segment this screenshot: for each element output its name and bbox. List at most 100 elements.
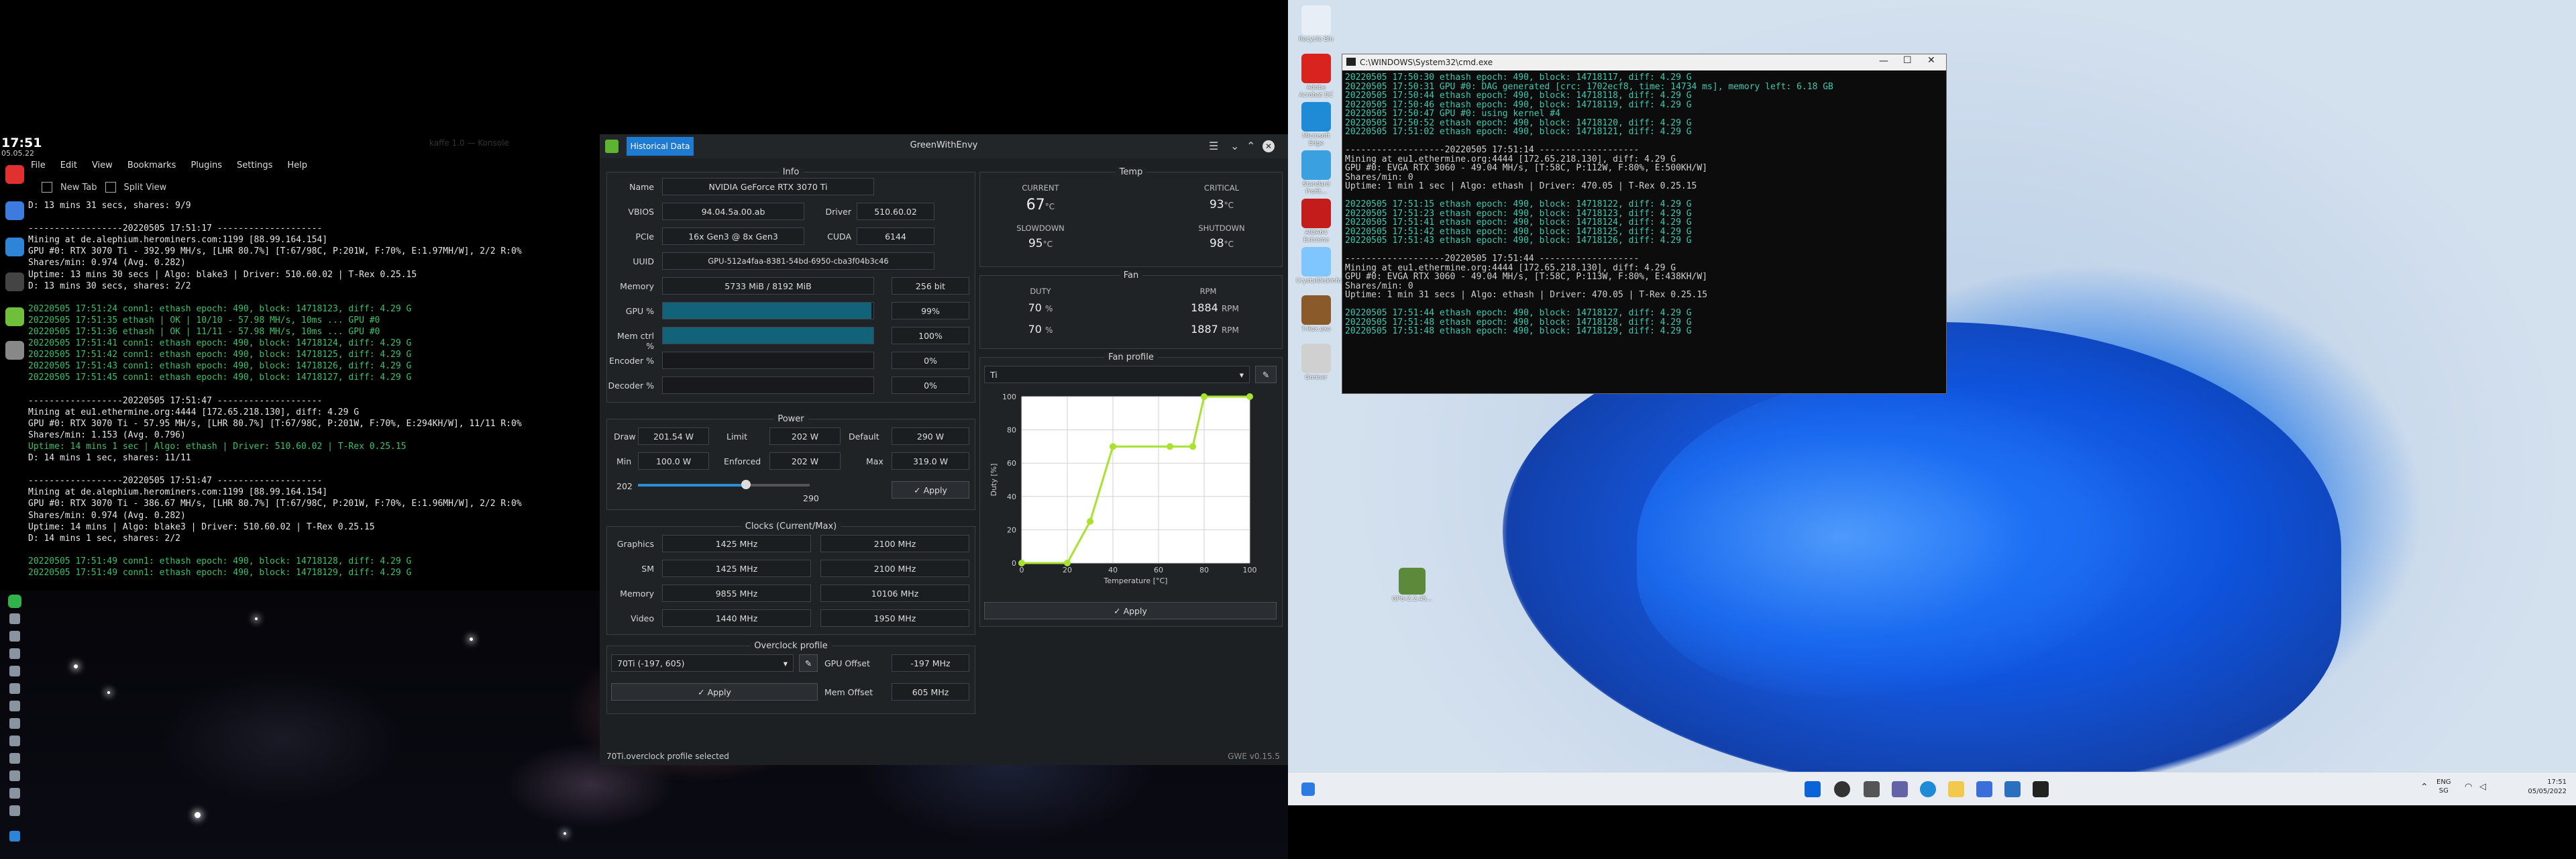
chat-icon[interactable] xyxy=(5,201,24,220)
fan-panel: Fan DUTY RPM 70 % 1884 RPM 70 % 1887 RPM xyxy=(979,270,1283,349)
fan-curve-point xyxy=(1167,443,1173,450)
tray-icon[interactable] xyxy=(9,805,20,816)
tray-icon[interactable] xyxy=(9,770,20,781)
terminal-line: Mining at de.alephium.herominers.com:119… xyxy=(28,235,328,246)
menu-settings[interactable]: Settings xyxy=(237,160,272,170)
tray-icon[interactable] xyxy=(9,631,20,642)
folder-icon[interactable] xyxy=(1948,781,1964,797)
new-tab-button[interactable]: New Tab xyxy=(60,183,97,193)
gwe-window: Historical Data GreenWithEnvy ☰ ⌄ ⌃ ✕ In… xyxy=(600,134,1288,765)
taskbar-clock[interactable]: 17:51 05/05/2022 xyxy=(2509,778,2567,797)
tray-icon[interactable] xyxy=(9,666,20,676)
limit-label: Limit xyxy=(727,432,747,442)
chat-icon[interactable] xyxy=(1892,781,1908,797)
app-icon[interactable] xyxy=(8,595,21,608)
gpu-usage-value: 99% xyxy=(892,302,969,319)
overclock-apply-button[interactable]: ✓ Apply xyxy=(611,683,818,701)
desktop-icon[interactable]: Recycle Bin xyxy=(1296,5,1336,44)
split-view-button[interactable]: Split View xyxy=(124,183,167,193)
tray-icon[interactable] xyxy=(9,788,20,799)
edge-icon[interactable] xyxy=(1920,781,1936,797)
tray-icon[interactable] xyxy=(9,683,20,694)
clock-sm-max: 2100 MHz xyxy=(820,560,969,577)
konsole-terminal-output[interactable]: D: 13 mins 31 secs, shares: 9/9 --------… xyxy=(28,200,598,596)
maximize-icon[interactable]: ☐ xyxy=(1903,55,1912,66)
decoder-label: Decoder % xyxy=(608,381,654,391)
gwe-icon[interactable] xyxy=(5,307,24,326)
menu-file[interactable]: File xyxy=(31,160,46,170)
store-icon[interactable] xyxy=(1976,781,1992,797)
menu-bookmarks[interactable]: Bookmarks xyxy=(127,160,176,170)
chevron-down-icon[interactable]: ⌄ xyxy=(1230,140,1239,152)
desktop-icon-gpuz[interactable]: GPU-Z.2.45... xyxy=(1389,568,1436,603)
fan-rpm-label: RPM xyxy=(1199,287,1217,296)
desktop-icon[interactable]: AIDA64 Extreme xyxy=(1296,199,1336,244)
overclock-profile-select[interactable]: 70Ti (-197, 605) ▾ xyxy=(611,654,794,672)
clock-memory-label: Memory xyxy=(620,589,654,599)
hamburger-menu-icon[interactable]: ☰ xyxy=(1209,140,1218,152)
desktop-icon[interactable]: Microsoft Edge xyxy=(1296,102,1336,148)
tray-icon[interactable] xyxy=(9,648,20,659)
tray-icon[interactable] xyxy=(9,718,20,729)
desktop-app-icon xyxy=(1301,102,1331,132)
widgets-icon[interactable] xyxy=(1301,782,1315,796)
tray-icon[interactable] xyxy=(9,613,20,624)
menu-edit[interactable]: Edit xyxy=(60,160,77,170)
power-slider-fill xyxy=(638,484,747,487)
desktop-icon[interactable]: T-Rex.exe xyxy=(1296,295,1336,334)
fan-apply-button[interactable]: ✓ Apply xyxy=(984,602,1277,619)
menu-view[interactable]: View xyxy=(92,160,113,170)
gwe-titlebar: Historical Data GreenWithEnvy ☰ ⌄ ⌃ ✕ xyxy=(600,134,1288,158)
wifi-icon[interactable]: ◠ xyxy=(2465,782,2472,792)
desktop-icon-label: CrystalDiskInfo xyxy=(1296,278,1342,285)
terminal-line: 20220505 17:51:41 conn1: ethash epoch: 4… xyxy=(28,338,412,349)
terminal-line: Mining at eu1.ethermine.org:4444 [172.65… xyxy=(28,407,360,417)
menu-plugins[interactable]: Plugins xyxy=(191,160,222,170)
fan1-duty-value: 70 xyxy=(1028,301,1042,314)
menu-help[interactable]: Help xyxy=(287,160,307,170)
kde-menu-icon[interactable] xyxy=(9,831,20,842)
start-icon[interactable] xyxy=(1805,781,1821,797)
gear-icon[interactable] xyxy=(5,341,24,360)
desktop-icon[interactable]: CrystalDiskInfo xyxy=(1296,247,1342,285)
y-tick-label: 0 xyxy=(1012,559,1016,568)
temp-critical-label: CRITICAL xyxy=(1203,183,1240,193)
mail-icon[interactable] xyxy=(2004,781,2021,797)
folder-icon[interactable] xyxy=(5,238,24,256)
search-icon[interactable] xyxy=(1834,781,1850,797)
language-indicator[interactable]: ENG SG xyxy=(2436,778,2451,795)
power-apply-button[interactable]: ✓ Apply xyxy=(892,481,969,499)
temp-panel: Temp CURRENT 67°C CRITICAL 93°C SLOWDOWN… xyxy=(979,167,1283,267)
fan-profile-panel: Fan profile Ti ▾ ✎ 0 20 40 60 80 100 0 20 40 60 80… xyxy=(979,352,1283,627)
desktop-icon[interactable]: Standard Profit... xyxy=(1296,150,1336,196)
volume-icon[interactable]: ◁ xyxy=(2479,782,2486,792)
minimize-icon[interactable]: — xyxy=(1879,56,1888,66)
edit-icon[interactable]: ✎ xyxy=(799,654,818,672)
tray-icon[interactable] xyxy=(9,753,20,764)
power-slider-handle[interactable] xyxy=(741,480,751,489)
temp-current-label: CURRENT xyxy=(1022,183,1059,193)
fan-curve-point xyxy=(1018,560,1025,566)
terminal-icon[interactable] xyxy=(5,272,24,291)
gpuz-icon xyxy=(1399,568,1426,595)
terminal-icon[interactable] xyxy=(2033,781,2049,797)
terminal-line: 20220505 17:51:02 ethash epoch: 490, blo… xyxy=(1345,127,1692,137)
desktop-icon[interactable]: Gminer xyxy=(1296,344,1336,382)
close-icon[interactable]: ✕ xyxy=(1263,140,1275,152)
task-view-icon[interactable] xyxy=(1864,781,1880,797)
tray-icon[interactable] xyxy=(9,736,20,746)
fan-profile-select[interactable]: Ti ▾ xyxy=(984,366,1250,383)
cmd-terminal-output[interactable]: 20220505 17:50:30 ethash epoch: 490, blo… xyxy=(1345,73,1943,390)
tray-icon[interactable] xyxy=(9,701,20,711)
desktop-icon[interactable]: Adobe Acrobat DC xyxy=(1296,54,1336,99)
edit-icon[interactable]: ✎ xyxy=(1255,366,1277,383)
close-icon[interactable]: ✕ xyxy=(1927,55,1935,66)
power-slider-track[interactable] xyxy=(638,480,810,489)
default-label: Default xyxy=(849,432,879,442)
decoder-bar xyxy=(662,376,874,394)
chevron-up-icon[interactable]: ⌃ xyxy=(2420,782,2428,793)
vivaldi-icon[interactable] xyxy=(5,165,24,184)
chevron-up-icon[interactable]: ⌃ xyxy=(1246,140,1255,152)
fan2-rpm-value: 1887 xyxy=(1191,323,1218,336)
